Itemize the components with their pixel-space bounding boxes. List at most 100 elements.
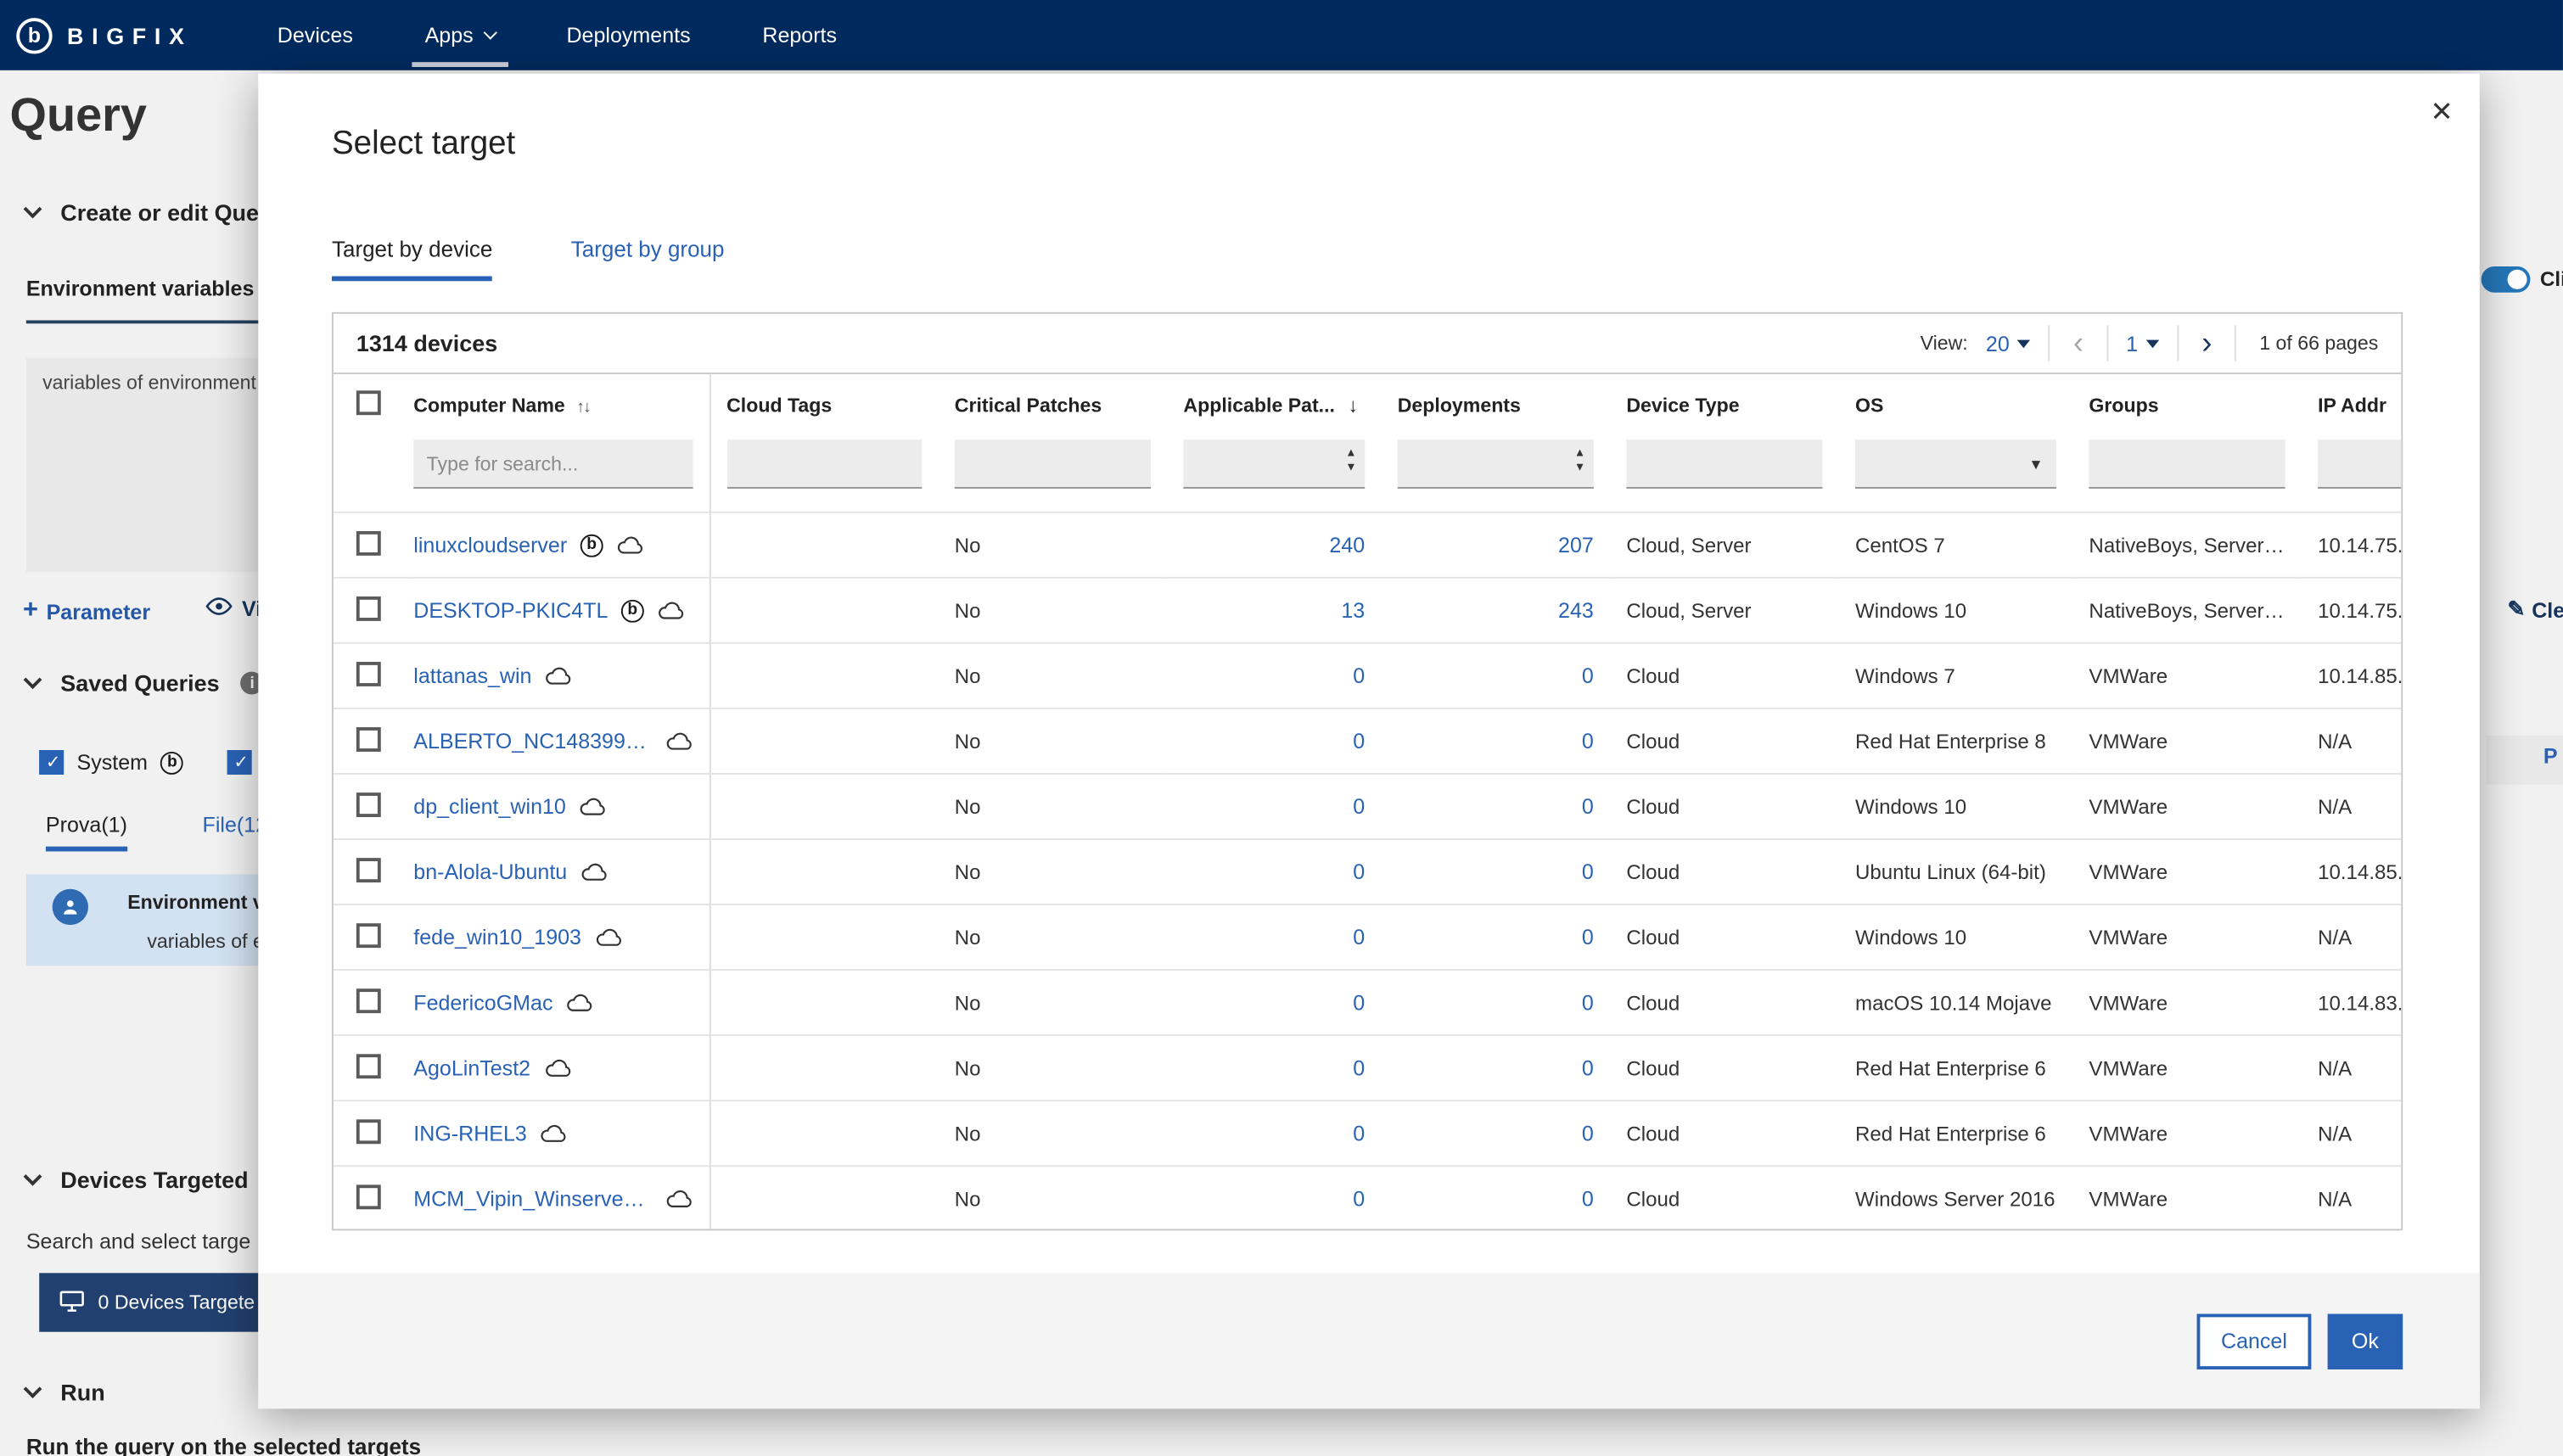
system-checkbox[interactable] — [39, 750, 64, 775]
deployments-link[interactable]: 0 — [1582, 1187, 1594, 1212]
row-checkbox[interactable] — [356, 792, 381, 817]
ok-button[interactable]: Ok — [2327, 1313, 2403, 1369]
deployments-link[interactable]: 0 — [1582, 990, 1594, 1015]
applicable-patches-cell: 0 — [1167, 1100, 1382, 1167]
applicable-patches-link[interactable]: 0 — [1353, 664, 1365, 688]
saved-queries-section-header[interactable]: Saved Queries i — [23, 670, 264, 696]
row-checkbox[interactable] — [356, 857, 381, 882]
row-select-cell — [333, 969, 411, 1036]
nav-item-devices[interactable]: Devices — [241, 0, 389, 70]
applicable-patches-link[interactable]: 0 — [1353, 729, 1365, 753]
device-name-link[interactable]: fede_win10_1903 — [413, 925, 581, 949]
cloud-icon — [616, 535, 644, 555]
applicable-patches-cell: 0 — [1167, 1034, 1382, 1101]
device-name-link[interactable]: FedericoGMac — [413, 990, 552, 1015]
row-checkbox[interactable] — [356, 529, 381, 555]
dropdown-caret-icon[interactable]: ▼ — [2028, 456, 2043, 472]
sort-desc-icon[interactable]: ↓ — [1348, 394, 1358, 417]
filter-computer-name — [413, 440, 693, 489]
filter-input-device-type[interactable] — [1626, 440, 1823, 489]
deployments-link[interactable]: 0 — [1582, 729, 1594, 753]
right-button-fragment[interactable]: P — [2543, 743, 2558, 768]
row-checkbox[interactable] — [356, 1118, 381, 1144]
filter-input-groups[interactable] — [2089, 440, 2285, 489]
deployments-link[interactable]: 0 — [1582, 1121, 1594, 1145]
nav-item-apps[interactable]: Apps — [389, 0, 530, 70]
create-query-section-header[interactable]: Create or edit Quer — [23, 199, 268, 226]
applicable-patches-link[interactable]: 13 — [1341, 598, 1365, 623]
device-name-link[interactable]: DESKTOP-PKIC4TL — [413, 598, 608, 623]
applicable-patches-link[interactable]: 240 — [1329, 533, 1365, 557]
spinner-icon[interactable]: ▲ ▼ — [1574, 448, 1585, 476]
deployments-link[interactable]: 207 — [1558, 533, 1594, 557]
deployments-link[interactable]: 0 — [1582, 794, 1594, 819]
device-name-link[interactable]: MCM_Vipin_Winserver19 — [413, 1187, 651, 1212]
section-label: Devices Targeted — [60, 1167, 249, 1193]
page-select[interactable]: 1 — [2126, 331, 2160, 356]
page-size-select[interactable]: 20 — [1986, 331, 2031, 356]
tab-target-by-device[interactable]: Target by device — [331, 237, 493, 282]
applicable-patches-link[interactable]: 0 — [1353, 1187, 1365, 1212]
tab-target-by-group[interactable]: Target by group — [571, 237, 725, 281]
device-name-link[interactable]: ALBERTO_NC148399_B... — [413, 729, 651, 753]
deployments-link[interactable]: 243 — [1558, 598, 1594, 623]
row-checkbox[interactable] — [356, 1053, 381, 1078]
deployments-link[interactable]: 0 — [1582, 925, 1594, 949]
applicable-patches-link[interactable]: 0 — [1353, 794, 1365, 819]
nav-item-deployments[interactable]: Deployments — [530, 0, 726, 70]
close-icon[interactable]: ✕ — [2430, 97, 2453, 130]
env-variables-tab[interactable]: Environment variables (W — [26, 276, 287, 300]
section-label: Run — [60, 1379, 105, 1406]
filter-input-deployments[interactable] — [1397, 440, 1594, 489]
select-target-modal: ✕ Select target Target by device Target b… — [258, 73, 2480, 1409]
next-page-button[interactable]: › — [2196, 328, 2217, 359]
row-checkbox[interactable] — [356, 988, 381, 1013]
applicable-patches-link[interactable]: 0 — [1353, 990, 1365, 1015]
row-checkbox[interactable] — [356, 1184, 381, 1209]
device-name-link[interactable]: lattanas_win — [413, 664, 531, 688]
add-parameter-button[interactable]: + Parameter — [23, 596, 150, 626]
filter-input-os[interactable] — [1855, 440, 2056, 489]
prev-page-button[interactable]: ‹ — [2068, 328, 2089, 359]
deployments-link[interactable]: 0 — [1582, 1056, 1594, 1080]
sort-icon[interactable]: ↑↓ — [576, 399, 591, 417]
row-select-cell — [333, 1100, 411, 1167]
device-name-link[interactable]: ING-RHEL3 — [413, 1121, 527, 1145]
applicable-patches-link[interactable]: 0 — [1353, 1056, 1365, 1080]
device-name-link[interactable]: dp_client_win10 — [413, 794, 566, 819]
applicable-patches-cell: 0 — [1167, 969, 1382, 1036]
filter-device-type — [1626, 440, 1823, 489]
device-name-link[interactable]: linuxcloudserver — [413, 533, 567, 557]
tab-prova-1[interactable]: Prova(1) — [45, 812, 127, 852]
critical-patches-cell: No — [938, 904, 1168, 971]
filter-input-critical-patches[interactable] — [954, 440, 1151, 489]
filter-input-ip-addr[interactable] — [2318, 440, 2402, 489]
applicable-patches-link[interactable]: 0 — [1353, 1121, 1365, 1145]
filter-input-applicable-pat[interactable] — [1183, 440, 1366, 489]
groups-cell: VMWare — [2072, 1165, 2302, 1229]
column-label: Device Type — [1626, 394, 1740, 417]
client-toggle[interactable] — [2481, 266, 2531, 293]
nav-item-reports[interactable]: Reports — [726, 0, 872, 70]
groups-cell: VMWare — [2072, 641, 2302, 708]
filter-input-computer-name[interactable] — [413, 440, 693, 489]
row-checkbox[interactable] — [356, 596, 381, 620]
row-checkbox[interactable] — [356, 661, 381, 686]
device-name-link[interactable]: bn-Alola-Ubuntu — [413, 860, 567, 884]
device-name-link[interactable]: AgoLinTest2 — [413, 1056, 530, 1080]
cancel-button[interactable]: Cancel — [2196, 1313, 2312, 1369]
second-filter-checkbox[interactable] — [227, 750, 252, 775]
spinner-icon[interactable]: ▲ ▼ — [1345, 448, 1356, 476]
filter-input-cloud-tags[interactable] — [726, 440, 923, 489]
devices-targeted-section-header[interactable]: Devices Targeted — [23, 1167, 249, 1193]
applicable-patches-link[interactable]: 0 — [1353, 860, 1365, 884]
row-checkbox[interactable] — [356, 922, 381, 948]
run-section-header[interactable]: Run — [23, 1379, 105, 1406]
applicable-patches-link[interactable]: 0 — [1353, 925, 1365, 949]
deployments-link[interactable]: 0 — [1582, 860, 1594, 884]
deployments-link[interactable]: 0 — [1582, 664, 1594, 688]
clear-button[interactable]: ✎ Cle — [2507, 596, 2562, 623]
select-all-checkbox[interactable] — [356, 390, 381, 416]
client-toggle-label: Clier — [2540, 267, 2563, 291]
row-checkbox[interactable] — [356, 726, 381, 751]
